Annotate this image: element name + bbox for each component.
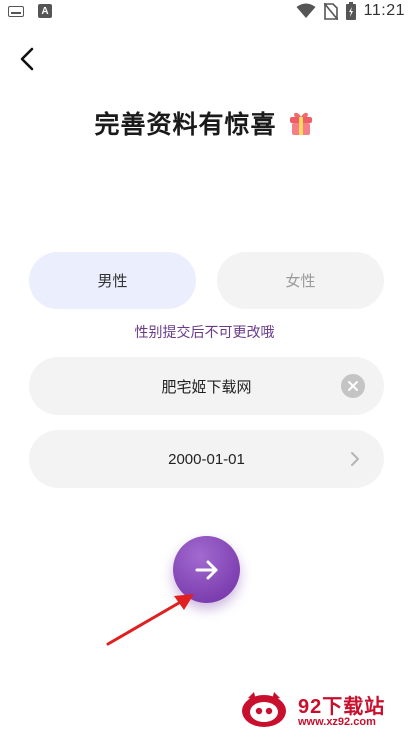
chevron-left-icon bbox=[20, 47, 34, 71]
status-bar: A 11:21 bbox=[0, 0, 409, 26]
gender-male-label: 男性 bbox=[97, 273, 128, 290]
birthday-field[interactable]: 2000-01-01 bbox=[29, 430, 384, 488]
watermark: 92下载站 www.xz92.com bbox=[240, 686, 405, 738]
no-sim-icon bbox=[323, 2, 338, 20]
battery-icon bbox=[345, 2, 356, 20]
birthday-value: 2000-01-01 bbox=[168, 450, 245, 468]
status-bar-left: A bbox=[8, 4, 52, 18]
watermark-url: www.xz92.com bbox=[298, 716, 376, 728]
gender-male-button[interactable]: 男性 bbox=[29, 252, 196, 309]
watermark-brand: 92下载站 bbox=[298, 696, 386, 718]
a-text-icon: A bbox=[38, 4, 52, 18]
back-button[interactable] bbox=[14, 42, 44, 76]
gender-female-label: 女性 bbox=[285, 273, 316, 290]
close-icon bbox=[348, 381, 358, 391]
status-time: 11:21 bbox=[363, 2, 405, 19]
page-title: 完善资料有惊喜 bbox=[0, 105, 409, 143]
keyboard-icon bbox=[8, 5, 24, 17]
gift-icon bbox=[288, 110, 314, 143]
page-title-text: 完善资料有惊喜 bbox=[94, 111, 277, 139]
status-bar-right: 11:21 bbox=[296, 2, 405, 20]
arrow-right-icon bbox=[195, 560, 217, 579]
nickname-field[interactable]: 肥宅姬下载网 bbox=[29, 357, 384, 415]
nickname-value: 肥宅姬下载网 bbox=[161, 378, 252, 396]
gender-hint: 性别提交后不可更改哦 bbox=[134, 324, 275, 340]
watermark-logo-icon bbox=[242, 692, 286, 727]
wifi-icon bbox=[296, 3, 316, 18]
gender-female-button[interactable]: 女性 bbox=[217, 252, 384, 309]
chevron-right-icon bbox=[351, 452, 359, 466]
annotation-arrow bbox=[106, 594, 194, 646]
clear-nickname-button[interactable] bbox=[341, 374, 365, 398]
